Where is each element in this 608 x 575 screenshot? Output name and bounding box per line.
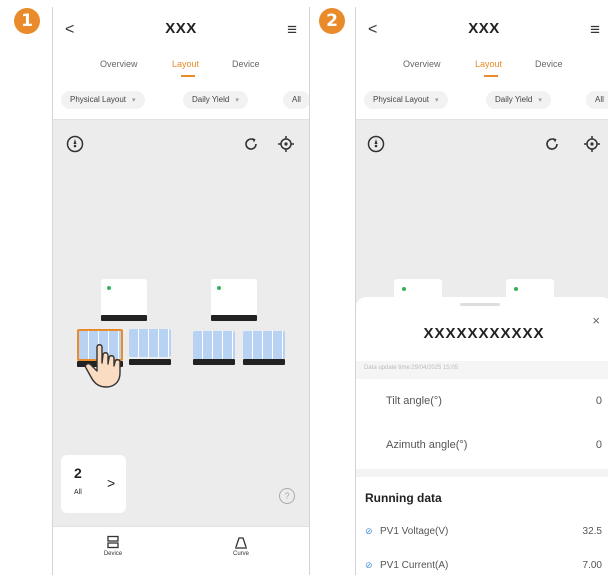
compass-icon[interactable] bbox=[366, 135, 386, 155]
azimuth-angle-label: Azimuth angle(°) bbox=[386, 439, 468, 451]
tab-device[interactable]: Device bbox=[232, 59, 260, 69]
sheet-title: XXXXXXXXXXX bbox=[423, 325, 545, 342]
pv1-current-label: PV1 Current(A) bbox=[380, 560, 449, 571]
menu-icon[interactable]: ≡ bbox=[287, 20, 297, 40]
all-filter-label: All bbox=[595, 95, 604, 104]
daily-yield-label: Daily Yield bbox=[192, 95, 230, 104]
online-status-dot bbox=[107, 286, 111, 290]
tab-device[interactable]: Device bbox=[535, 59, 563, 69]
nav-curve-label: Curve bbox=[232, 551, 249, 557]
tab-overview[interactable]: Overview bbox=[100, 59, 138, 69]
tab-bar: Overview Layout Device bbox=[356, 59, 608, 83]
pv-panel-base bbox=[243, 359, 285, 365]
pv-panel-base bbox=[129, 359, 171, 365]
azimuth-angle-value: 0 bbox=[595, 439, 602, 451]
pv-panel[interactable] bbox=[243, 331, 285, 359]
phone-screen-1: < XXX ≡ Overview Layout Device Physical … bbox=[52, 7, 310, 575]
update-time-bar: Data update time:29/04/2025 15:05 bbox=[356, 361, 608, 379]
locate-icon[interactable] bbox=[582, 135, 602, 155]
inverter-card[interactable] bbox=[394, 279, 442, 299]
device-icon bbox=[107, 535, 119, 549]
physical-layout-dropdown[interactable]: Physical Layout ▾ bbox=[364, 91, 448, 109]
tilt-angle-label: Tilt angle(°) bbox=[386, 395, 442, 407]
inverter-card[interactable] bbox=[506, 279, 554, 299]
chevron-down-icon: ▾ bbox=[235, 97, 239, 104]
section-title: Running data bbox=[365, 491, 442, 505]
tab-layout[interactable]: Layout bbox=[475, 59, 502, 69]
online-status-dot bbox=[514, 287, 518, 291]
tilt-angle-value: 0 bbox=[595, 395, 602, 407]
chevron-down-icon: ▾ bbox=[132, 97, 136, 104]
all-filter-dropdown[interactable]: All bbox=[586, 91, 608, 109]
online-status-dot bbox=[402, 287, 406, 291]
phone-screen-2: < XXX ≡ Overview Layout Device Physical … bbox=[355, 7, 608, 575]
daily-yield-dropdown[interactable]: Daily Yield ▾ bbox=[486, 91, 551, 109]
chevron-down-icon: ▾ bbox=[435, 97, 439, 104]
nav-device[interactable]: Device bbox=[93, 535, 133, 557]
refresh-icon[interactable] bbox=[241, 135, 261, 155]
page-title: XXX bbox=[165, 20, 197, 37]
filter-bar: Physical Layout ▾ Daily Yield ▾ All bbox=[53, 83, 309, 120]
device-filter-label: All bbox=[74, 489, 82, 496]
chevron-down-icon: ▾ bbox=[538, 97, 542, 104]
curve-icon bbox=[235, 537, 247, 549]
pv-icon: ⊘ bbox=[365, 526, 373, 536]
tab-active-indicator bbox=[484, 75, 498, 77]
device-summary-card[interactable]: 2 All > bbox=[61, 455, 126, 513]
tab-bar: Overview Layout Device bbox=[53, 59, 309, 83]
locate-icon[interactable] bbox=[276, 135, 296, 155]
top-bar: < XXX ≡ bbox=[356, 7, 608, 59]
filter-bar: Physical Layout ▾ Daily Yield ▾ All bbox=[356, 83, 608, 120]
refresh-icon[interactable] bbox=[542, 135, 562, 155]
compass-icon[interactable] bbox=[65, 135, 85, 155]
inverter-base bbox=[101, 315, 147, 321]
all-filter-dropdown[interactable]: All bbox=[283, 91, 309, 109]
step-badge-1: 1 bbox=[14, 8, 40, 34]
tab-layout[interactable]: Layout bbox=[172, 59, 199, 69]
all-filter-label: All bbox=[292, 95, 301, 104]
azimuth-angle-row: Azimuth angle(°) 0 bbox=[356, 425, 608, 470]
physical-layout-label: Physical Layout bbox=[373, 95, 430, 104]
chevron-right-icon: > bbox=[107, 475, 116, 491]
hand-pointer-icon bbox=[83, 343, 125, 394]
help-icon[interactable]: ? bbox=[279, 488, 295, 504]
bottom-nav: Device Curve bbox=[53, 526, 309, 575]
pv1-voltage-value: 32.5 bbox=[582, 526, 602, 537]
tilt-angle-row: Tilt angle(°) 0 bbox=[356, 381, 608, 426]
pv1-current-value: 7.00 bbox=[582, 560, 602, 571]
online-status-dot bbox=[217, 286, 221, 290]
pv-panel-base bbox=[193, 359, 235, 365]
nav-device-label: Device bbox=[103, 551, 123, 557]
physical-layout-label: Physical Layout bbox=[70, 95, 127, 104]
pv-panel[interactable] bbox=[193, 331, 235, 359]
pv-panel[interactable] bbox=[129, 329, 171, 357]
section-divider bbox=[356, 469, 608, 477]
step-badge-2: 2 bbox=[319, 8, 345, 34]
top-bar: < XXX ≡ bbox=[53, 7, 309, 59]
pv1-voltage-row: ⊘ PV1 Voltage(V) 32.5 bbox=[356, 521, 608, 549]
pv1-current-row: ⊘ PV1 Current(A) 7.00 bbox=[356, 555, 608, 575]
pv-icon: ⊘ bbox=[365, 560, 373, 570]
daily-yield-label: Daily Yield bbox=[495, 95, 533, 104]
page-title: XXX bbox=[468, 20, 500, 37]
device-count: 2 bbox=[74, 465, 82, 481]
device-detail-sheet: × XXXXXXXXXXX Data update time:29/04/202… bbox=[356, 297, 608, 575]
sheet-drag-handle[interactable] bbox=[460, 303, 500, 306]
update-time: Data update time:29/04/2025 15:05 bbox=[364, 365, 459, 371]
menu-icon[interactable]: ≡ bbox=[590, 20, 600, 40]
pv1-voltage-label: PV1 Voltage(V) bbox=[380, 526, 449, 537]
inverter-card[interactable] bbox=[101, 279, 147, 317]
tab-overview[interactable]: Overview bbox=[403, 59, 441, 69]
daily-yield-dropdown[interactable]: Daily Yield ▾ bbox=[183, 91, 248, 109]
inverter-card[interactable] bbox=[211, 279, 257, 317]
inverter-base bbox=[211, 315, 257, 321]
physical-layout-dropdown[interactable]: Physical Layout ▾ bbox=[61, 91, 145, 109]
nav-curve[interactable]: Curve bbox=[221, 535, 261, 557]
tab-active-indicator bbox=[181, 75, 195, 77]
